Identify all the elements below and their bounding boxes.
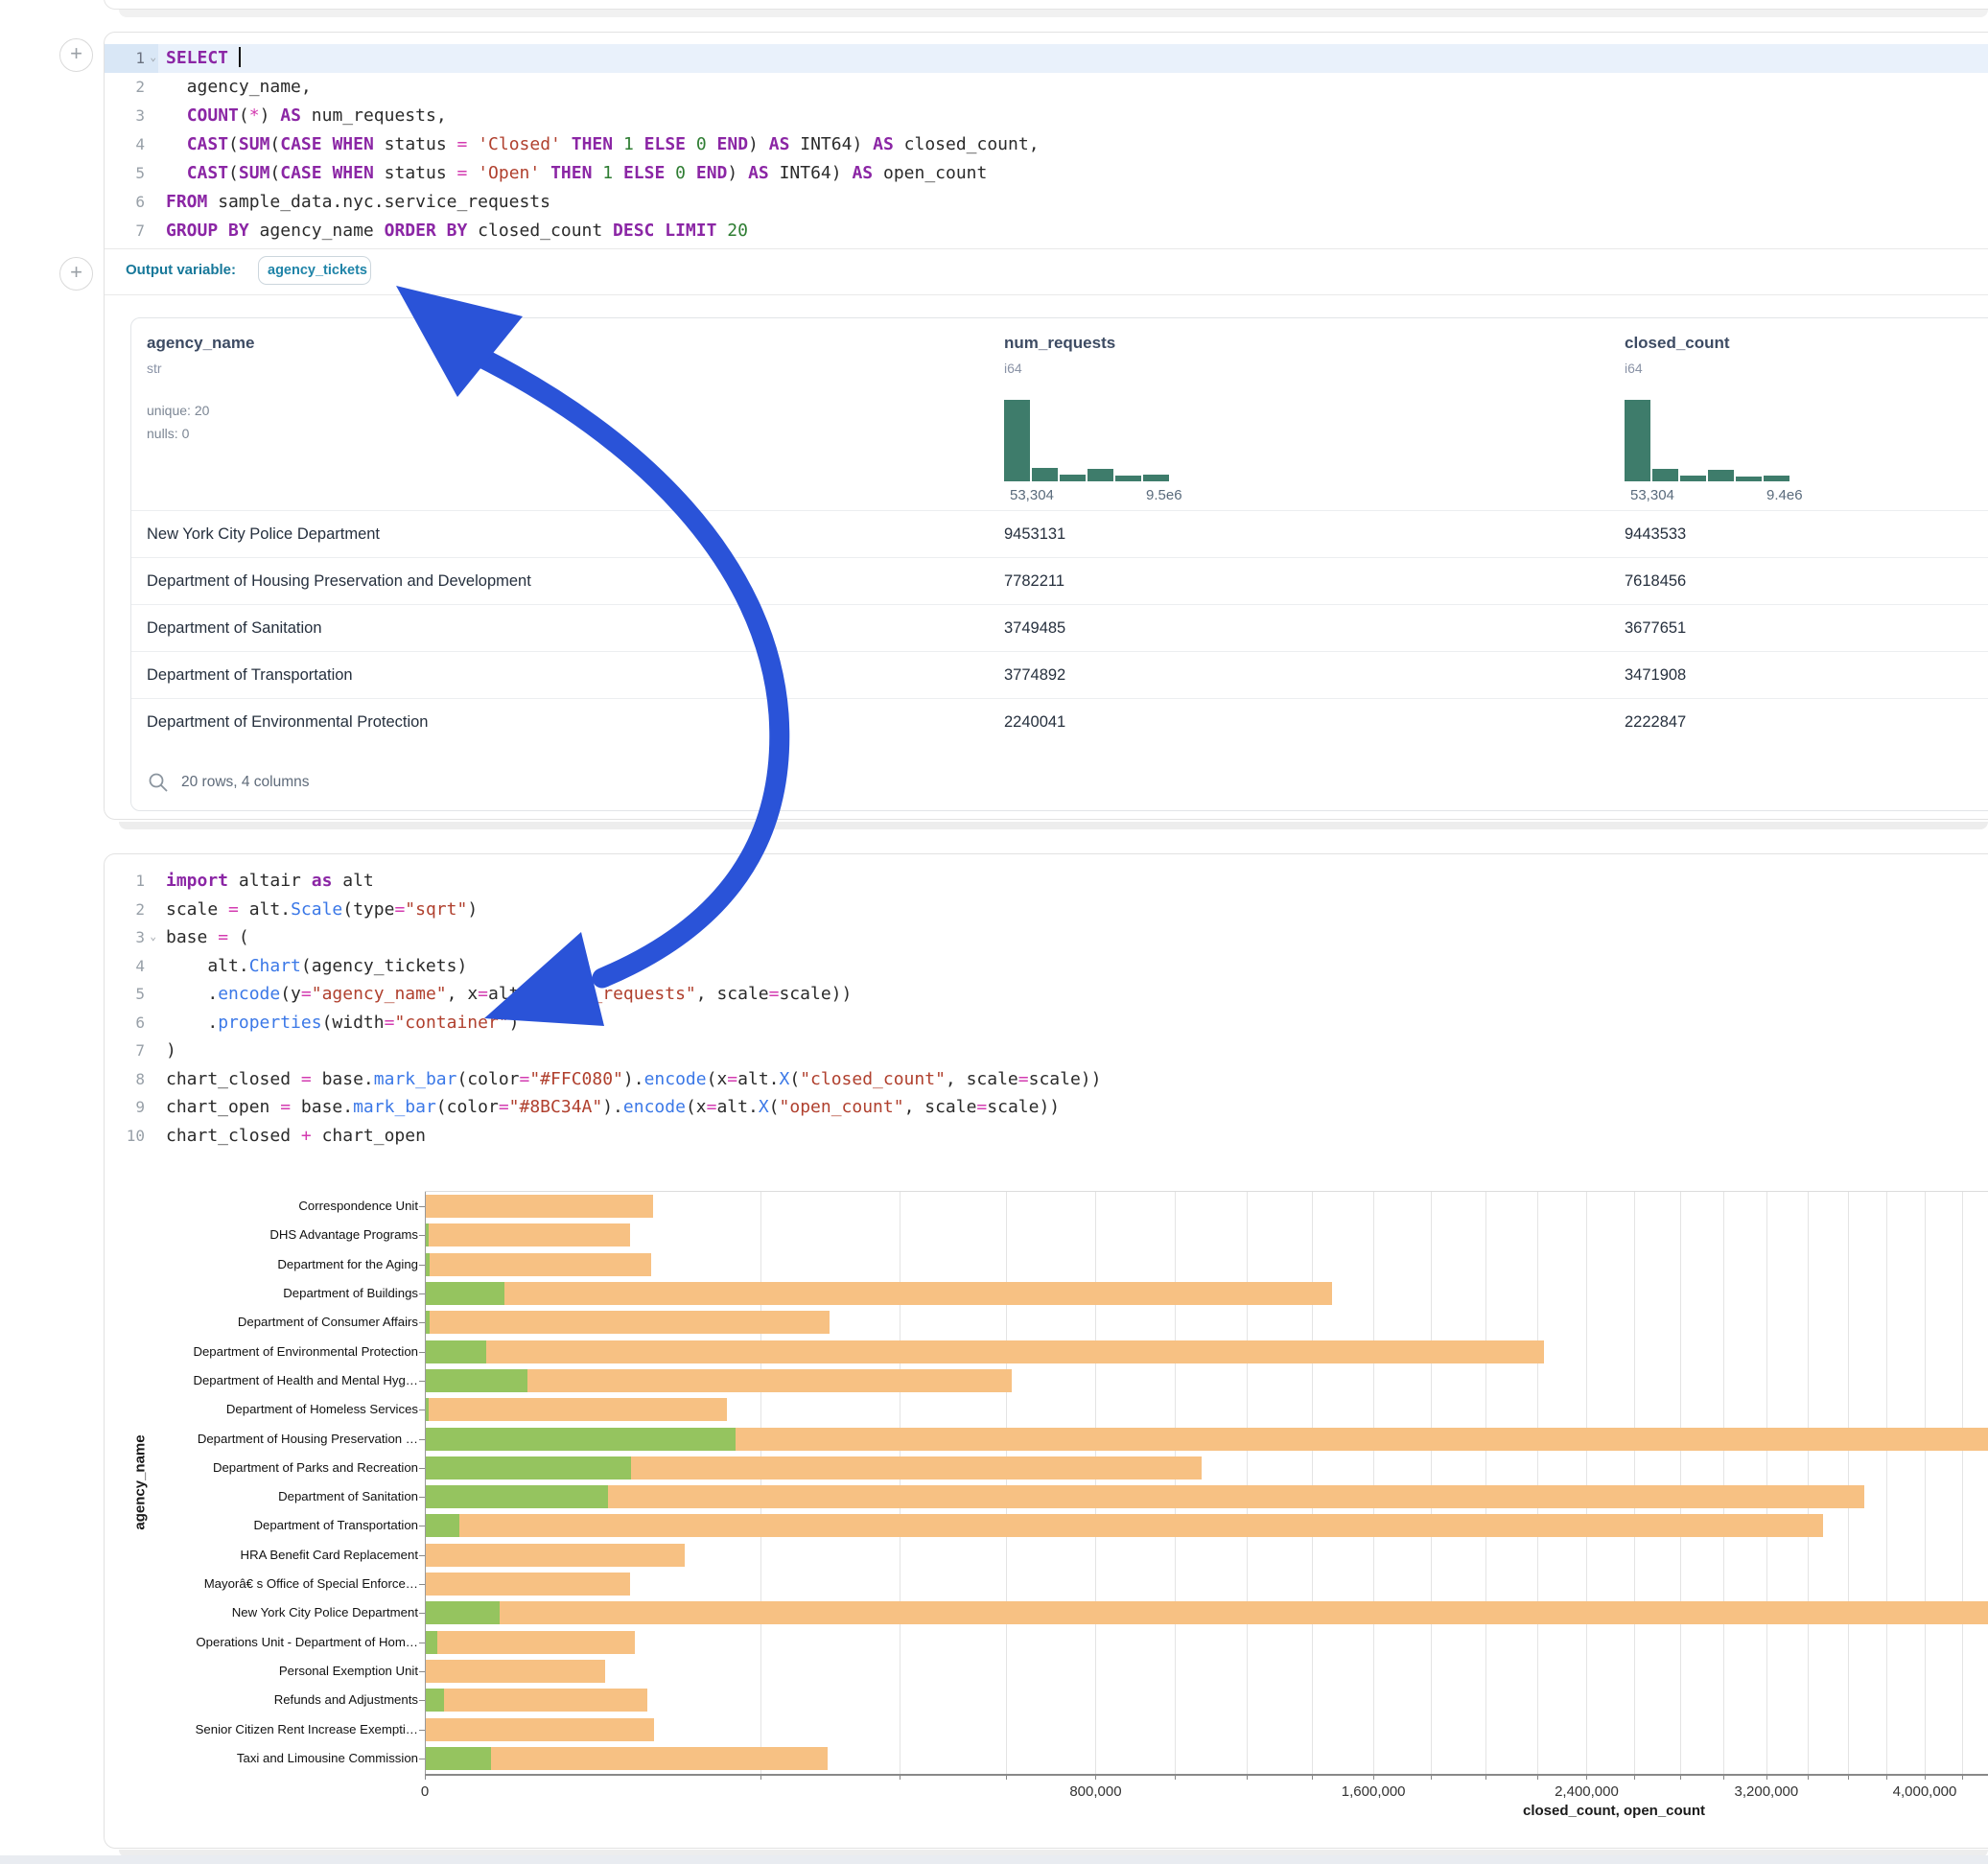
- bar-closed: [426, 1223, 630, 1247]
- bar-open: [426, 1428, 736, 1451]
- y-axis-tick: [419, 1730, 425, 1731]
- grid-line: [1095, 1192, 1096, 1774]
- bar-closed: [426, 1689, 647, 1712]
- grid-line: [1431, 1192, 1432, 1774]
- bar-open: [426, 1601, 500, 1624]
- y-axis-tick: [419, 1235, 425, 1236]
- y-axis-title: agency_name: [132, 1434, 149, 1529]
- grid-line: [1537, 1192, 1538, 1774]
- grid-line: [1962, 1192, 1963, 1774]
- y-tick-label: Correspondence Unit: [130, 1199, 418, 1213]
- x-tick-label: 3,200,000: [1709, 1783, 1824, 1800]
- x-tick-label: 1,600,000: [1316, 1783, 1431, 1800]
- bar-closed: [426, 1660, 605, 1683]
- grid-line: [1634, 1192, 1635, 1774]
- x-tick-label: 2,400,000: [1529, 1783, 1644, 1800]
- bar-closed: [426, 1282, 1332, 1305]
- x-tick-label: 0: [367, 1783, 482, 1800]
- y-tick-label: Department of Environmental Protection: [130, 1344, 418, 1359]
- bar-open: [426, 1747, 491, 1770]
- grid-line: [1373, 1192, 1374, 1774]
- bar-open: [426, 1223, 429, 1247]
- grid-line: [760, 1192, 761, 1774]
- bar-open: [426, 1456, 631, 1480]
- x-tick-label: 800,000: [1038, 1783, 1153, 1800]
- y-axis-tick: [419, 1206, 425, 1207]
- bar-open: [426, 1631, 437, 1654]
- bar-closed: [426, 1311, 830, 1334]
- bar-open: [426, 1253, 430, 1276]
- grid-line: [1723, 1192, 1724, 1774]
- y-axis-tick: [419, 1497, 425, 1498]
- y-axis-tick: [419, 1352, 425, 1353]
- grid-line: [1925, 1192, 1926, 1774]
- y-tick-label: Personal Exemption Unit: [130, 1664, 418, 1678]
- y-tick-label: DHS Advantage Programs: [130, 1227, 418, 1242]
- y-axis-tick: [419, 1322, 425, 1323]
- y-tick-label: Refunds and Adjustments: [130, 1692, 418, 1707]
- bar-open: [426, 1689, 444, 1712]
- y-tick-label: Department of Transportation: [130, 1518, 418, 1532]
- x-tick-label: 4,000,000: [1867, 1783, 1982, 1800]
- y-tick-label: New York City Police Department: [130, 1605, 418, 1619]
- y-axis-tick: [419, 1584, 425, 1585]
- grid-line: [1006, 1192, 1007, 1774]
- bar-closed: [426, 1601, 1988, 1624]
- bar-open: [426, 1282, 504, 1305]
- x-axis-title: closed_count, open_count: [1230, 1803, 1988, 1819]
- y-tick-label: Department for the Aging: [130, 1257, 418, 1271]
- y-axis-tick: [419, 1700, 425, 1701]
- y-tick-label: Taxi and Limousine Commission: [130, 1751, 418, 1765]
- bar-open: [426, 1311, 430, 1334]
- y-axis-tick: [419, 1671, 425, 1672]
- grid-line: [1247, 1192, 1248, 1774]
- y-tick-label: Department of Consumer Affairs: [130, 1315, 418, 1329]
- bar-closed: [426, 1718, 654, 1741]
- grid-line: [1766, 1192, 1767, 1774]
- bar-closed: [426, 1398, 727, 1421]
- y-tick-label: Operations Unit - Department of Hom…: [130, 1635, 418, 1649]
- bar-closed: [426, 1573, 630, 1596]
- y-tick-label: Department of Housing Preservation …: [130, 1432, 418, 1446]
- bar-closed: [426, 1514, 1823, 1537]
- altair-chart: closed_count, open_count agency_name 0 80…: [0, 0, 1988, 1864]
- grid-line: [1848, 1192, 1849, 1774]
- bar-closed: [426, 1253, 651, 1276]
- grid-line: [1886, 1192, 1887, 1774]
- y-tick-label: Department of Buildings: [130, 1286, 418, 1300]
- y-axis-tick: [419, 1293, 425, 1294]
- bar-open: [426, 1514, 459, 1537]
- y-tick-label: Department of Parks and Recreation: [130, 1460, 418, 1475]
- x-axis-line: [425, 1774, 1988, 1776]
- y-axis-tick: [419, 1439, 425, 1440]
- y-tick-label: Department of Sanitation: [130, 1489, 418, 1503]
- y-axis-tick: [419, 1468, 425, 1469]
- y-axis-tick: [419, 1613, 425, 1614]
- bar-closed: [426, 1631, 635, 1654]
- y-axis-tick: [419, 1265, 425, 1266]
- y-axis-tick: [419, 1555, 425, 1556]
- plot-border: [425, 1191, 1988, 1192]
- bar-open: [426, 1340, 486, 1363]
- grid-line: [1312, 1192, 1313, 1774]
- y-tick-label: Department of Health and Mental Hyg…: [130, 1373, 418, 1387]
- bar-closed: [426, 1485, 1864, 1508]
- bar-open: [426, 1398, 429, 1421]
- y-axis-line: [425, 1192, 426, 1774]
- grid-line: [1808, 1192, 1809, 1774]
- grid-line: [1485, 1192, 1486, 1774]
- bar-closed: [426, 1544, 685, 1567]
- grid-line: [1680, 1192, 1681, 1774]
- y-tick-label: Mayorâ€ s Office of Special Enforce…: [130, 1576, 418, 1591]
- grid-line: [1175, 1192, 1176, 1774]
- y-tick-label: HRA Benefit Card Replacement: [130, 1548, 418, 1562]
- y-tick-label: Department of Homeless Services: [130, 1402, 418, 1416]
- bar-open: [426, 1485, 608, 1508]
- y-tick-label: Senior Citizen Rent Increase Exempti…: [130, 1722, 418, 1736]
- bar-closed: [426, 1195, 653, 1218]
- y-axis-tick: [419, 1381, 425, 1382]
- bar-closed: [426, 1340, 1544, 1363]
- grid-line: [1586, 1192, 1587, 1774]
- bar-open: [426, 1369, 527, 1392]
